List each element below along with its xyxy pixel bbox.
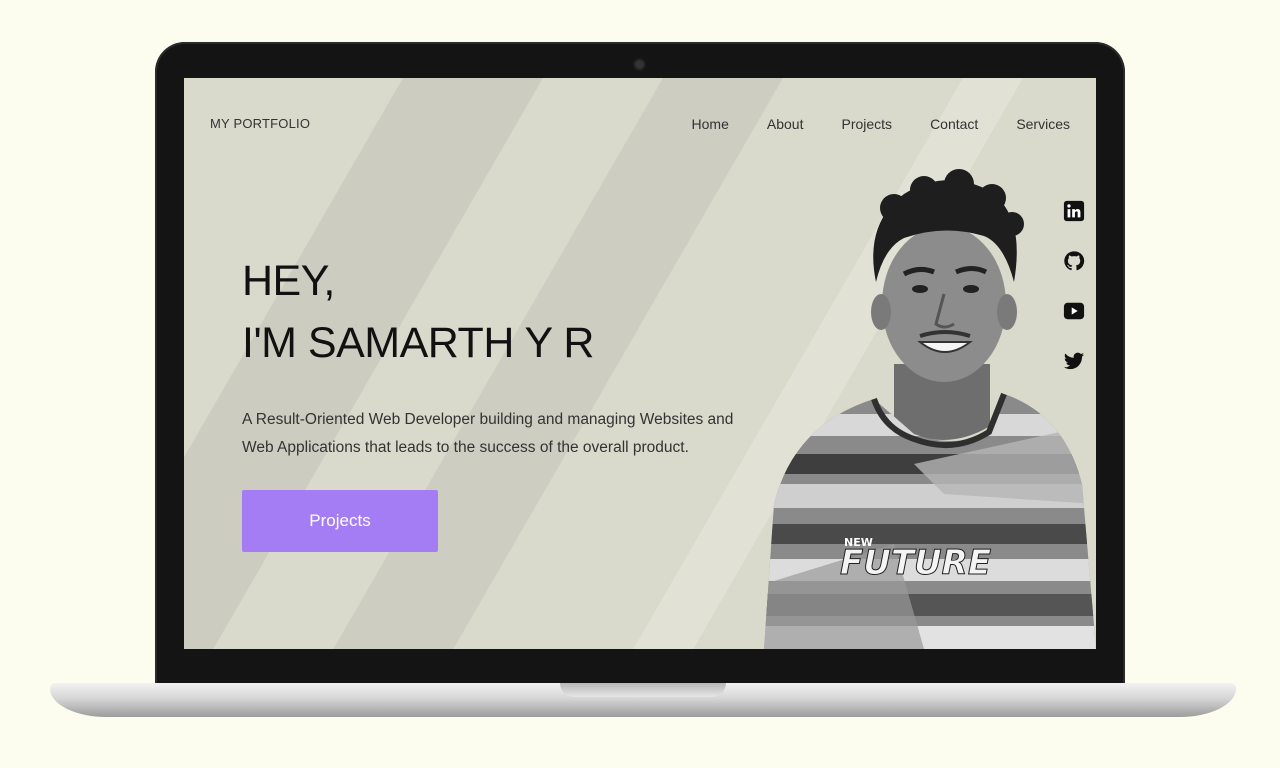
brand-logo[interactable]: MY PORTFOLIO (210, 116, 310, 131)
github-icon[interactable] (1063, 250, 1085, 272)
projects-button[interactable]: Projects (242, 490, 438, 552)
portfolio-screen: MY PORTFOLIO Home About Projects Contact… (184, 78, 1096, 649)
laptop-notch (560, 683, 726, 697)
hero-description: A Result-Oriented Web Developer building… (242, 411, 734, 456)
youtube-icon[interactable] (1063, 300, 1085, 322)
hero-heading: HEY, I'M SAMARTH Y R (242, 250, 594, 374)
nav-services[interactable]: Services (1016, 116, 1070, 132)
hero-line-2: I'M SAMARTH Y R (242, 319, 594, 367)
nav-about[interactable]: About (767, 116, 804, 132)
laptop-mockup: MY PORTFOLIO Home About Projects Contact… (0, 0, 1280, 768)
main-nav: Home About Projects Contact Services (692, 116, 1070, 132)
hero-line-1: HEY, (242, 257, 335, 305)
twitter-icon[interactable] (1063, 350, 1085, 372)
webcam (635, 60, 644, 69)
linkedin-icon[interactable] (1063, 200, 1085, 222)
nav-contact[interactable]: Contact (930, 116, 978, 132)
nav-home[interactable]: Home (692, 116, 729, 132)
nav-projects[interactable]: Projects (841, 116, 892, 132)
social-links (1063, 200, 1085, 372)
profile-photo: NEW FUTURE (764, 169, 1096, 649)
shirt-text-big: FUTURE (840, 543, 991, 583)
